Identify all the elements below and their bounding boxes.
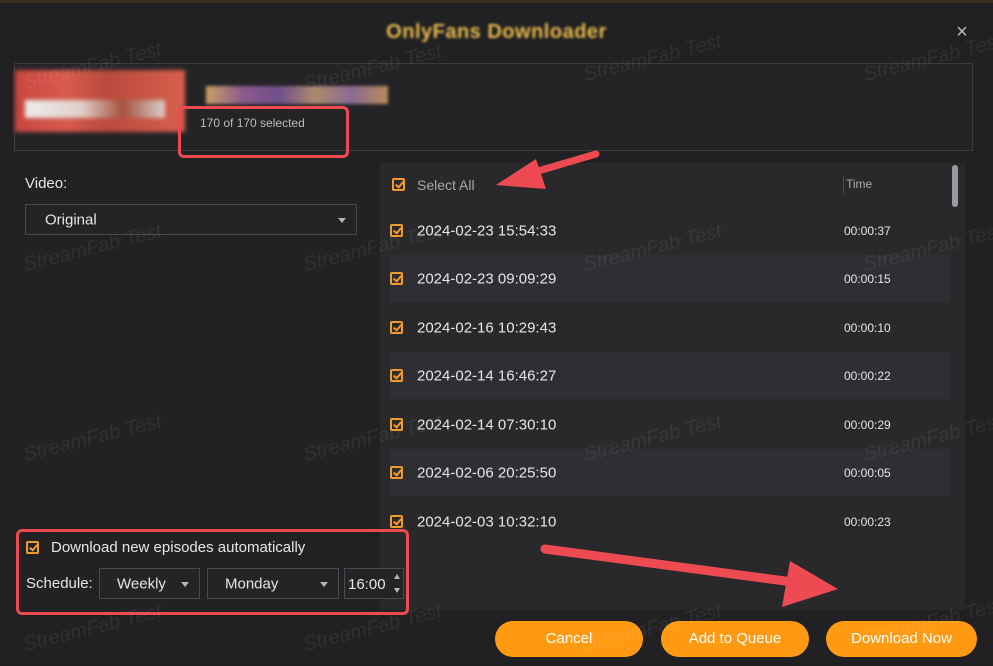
video-title-blurred [206,86,388,104]
select-all-checkbox[interactable] [392,178,405,191]
cancel-button[interactable]: Cancel [495,621,643,657]
video-thumbnail [15,70,185,132]
column-separator [843,175,844,195]
time-column-header: Time [846,177,873,191]
download-now-button[interactable]: Download Now [826,621,977,657]
select-all-label[interactable]: Select All [417,177,475,193]
episode-date: 2024-02-16 10:29:43 [417,319,557,336]
episode-date: 2024-02-23 09:09:29 [417,270,557,287]
list-item[interactable]: 2024-02-23 09:09:29 00:00:15 [390,255,950,302]
episode-time: 00:00:22 [844,368,891,383]
row-checkbox[interactable] [390,465,403,479]
episode-date: 2024-02-14 16:46:27 [417,367,557,384]
episode-date: 2024-02-23 15:54:33 [417,222,557,239]
schedule-highlight [16,529,409,615]
list-item[interactable]: 2024-02-23 15:54:33 00:00:37 [390,207,950,254]
add-to-queue-button[interactable]: Add to Queue [661,621,809,657]
video-header: 170 of 170 selected [14,63,973,151]
list-header: Select All Time [390,163,950,207]
list-item[interactable]: 2024-02-16 10:29:43 00:00:10 [390,304,950,351]
row-checkbox[interactable] [390,223,403,237]
video-label: Video: [25,175,68,192]
downloader-dialog: OnlyFans Downloader × 170 of 170 selecte… [0,0,993,663]
video-quality-select[interactable]: Original [25,204,357,235]
dialog-title: OnlyFans Downloader [386,21,607,43]
episode-time: 00:00:05 [844,465,891,480]
row-checkbox[interactable] [390,417,403,431]
list-item[interactable]: 2024-02-14 16:46:27 00:00:22 [390,352,950,399]
episode-date: 2024-02-14 07:30:10 [417,416,557,433]
episode-date: 2024-02-06 20:25:50 [417,464,557,481]
row-checkbox[interactable] [390,271,403,285]
episode-date: 2024-02-03 10:32:10 [417,513,557,530]
list-item[interactable]: 2024-02-14 07:30:10 00:00:29 [390,401,950,448]
row-checkbox[interactable] [390,368,403,382]
episode-time: 00:00:10 [844,320,891,335]
list-item[interactable]: 2024-02-03 10:32:10 00:00:23 [390,498,950,545]
chevron-down-icon [338,217,346,223]
list-item[interactable]: 2024-02-06 20:25:50 00:00:05 [390,449,950,496]
episode-time: 00:00:23 [844,514,891,529]
episode-list: Select All Time 2024-02-23 15:54:33 00:0… [380,163,965,610]
episode-time: 00:00:29 [844,417,891,432]
list-scrollbar[interactable] [950,163,960,610]
selected-count-highlight [178,106,349,158]
row-checkbox[interactable] [390,514,403,528]
video-quality-value: Original [45,211,97,228]
episode-time: 00:00:15 [844,271,891,286]
episode-time: 00:00:37 [844,223,891,238]
scrollbar-thumb[interactable] [952,165,958,207]
close-icon[interactable]: × [953,22,971,42]
row-checkbox[interactable] [390,320,403,334]
